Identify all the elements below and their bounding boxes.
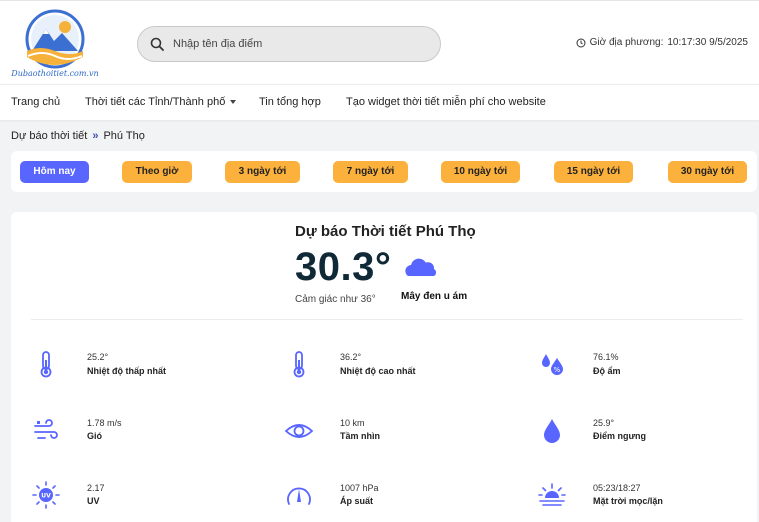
tab-hourly[interactable]: Theo giờ (122, 161, 192, 183)
stat-label-dew-point: Điểm ngưng (593, 431, 647, 441)
clock-icon (576, 38, 586, 47)
tab-today[interactable]: Hôm nay (20, 161, 89, 183)
clock-label: Giờ địa phương: (589, 37, 664, 48)
stat-value-uv: 2.17 (87, 483, 105, 493)
stat-label-wind: Gió (87, 431, 102, 441)
nav-item-provinces[interactable]: Thời tiết các Tỉnh/Thành phố (85, 96, 237, 108)
breadcrumb-current: Phú Thọ (103, 130, 145, 142)
drop-icon (544, 419, 560, 443)
cloud-icon (405, 258, 437, 276)
stat-value-sunrise-sunset: 05:23/18:27 (593, 483, 641, 493)
logo-mountain-icon (25, 9, 85, 69)
uv-icon: UV (32, 481, 60, 509)
forecast-tabs: Hôm nay Theo giờ 3 ngày tới 7 ngày tới 1… (11, 151, 757, 192)
local-time: Giờ địa phương: 10:17:30 9/5/2025 (576, 37, 748, 48)
wind-icon (34, 419, 58, 439)
stat-label-uv: UV (87, 496, 100, 506)
logo-text: Dubaothoitiet.com.vn (11, 69, 99, 78)
tab-30-days[interactable]: 30 ngày tới (668, 161, 747, 183)
stat-value-humidity: 76.1% (593, 352, 619, 362)
sunrise-icon (538, 483, 566, 506)
tab-15-days[interactable]: 15 ngày tới (554, 161, 633, 183)
eye-icon (284, 424, 314, 438)
site-header: Dubaothoitiet.com.vn Giờ địa phương: 10:… (0, 0, 759, 84)
tab-7-days[interactable]: 7 ngày tới (333, 161, 408, 183)
tab-3-days[interactable]: 3 ngày tới (225, 161, 300, 183)
stat-value-visibility: 10 km (340, 418, 365, 428)
site-logo[interactable]: Dubaothoitiet.com.vn (10, 7, 100, 83)
stat-value-max-temp: 36.2° (340, 352, 362, 362)
stat-value-dew-point: 25.9° (593, 418, 615, 428)
chevron-down-icon (230, 100, 237, 105)
svg-text:UV: UV (41, 493, 51, 500)
thermometer-icon (40, 351, 52, 378)
svg-text:%: % (554, 366, 561, 374)
stat-value-wind: 1.78 m/s (87, 418, 122, 428)
stat-label-min-temp: Nhiệt độ thấp nhất (87, 366, 166, 376)
divider (31, 319, 743, 320)
stat-label-visibility: Tầm nhìn (340, 431, 380, 441)
humidity-icon: % (542, 354, 563, 375)
breadcrumb: Dự báo thời tiết » Phú Thọ (11, 130, 145, 142)
nav-item-news[interactable]: Tin tổng hợp (259, 96, 321, 108)
nav-item-home[interactable]: Trang chủ (11, 96, 60, 108)
tab-10-days[interactable]: 10 ngày tới (441, 161, 520, 183)
nav-item-provinces-label: Thời tiết các Tỉnh/Thành phố (85, 96, 226, 108)
stat-label-max-temp: Nhiệt độ cao nhất (340, 366, 416, 376)
breadcrumb-separator: » (92, 130, 99, 142)
main-nav: Trang chủ Thời tiết các Tỉnh/Thành phố T… (0, 84, 759, 120)
page-title: Dự báo Thời tiết Phú Thọ (295, 223, 476, 240)
search-icon[interactable] (150, 37, 164, 51)
current-temperature: 30.3° (295, 245, 392, 289)
stat-value-min-temp: 25.2° (87, 352, 109, 362)
current-weather-card: Dự báo Thời tiết Phú Thọ 30.3° Mây đen u… (11, 212, 757, 522)
feels-like: Cảm giác như 36° (295, 294, 376, 305)
clock-value: 10:17:30 9/5/2025 (667, 37, 748, 48)
search-input[interactable] (173, 35, 423, 53)
stat-value-pressure: 1007 hPa (340, 483, 379, 493)
stat-label-humidity: Độ ẩm (593, 366, 621, 376)
thermometer-icon (293, 351, 305, 378)
weather-description: Mây đen u ám (401, 291, 468, 302)
breadcrumb-root[interactable]: Dự báo thời tiết (11, 130, 87, 142)
stat-label-sunrise-sunset: Mặt trời mọc/lặn (593, 496, 663, 506)
nav-item-widget[interactable]: Tạo widget thời tiết miễn phí cho websit… (346, 96, 546, 108)
stat-label-pressure: Áp suất (340, 496, 374, 506)
search-box[interactable] (137, 26, 441, 62)
pressure-icon (287, 487, 311, 505)
